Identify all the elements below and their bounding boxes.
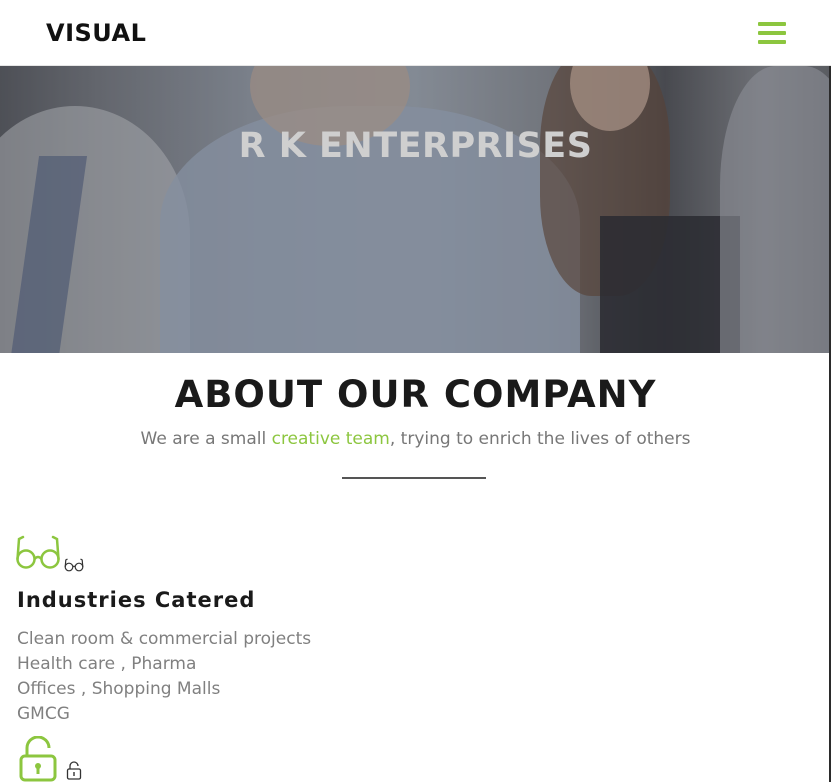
unlock-icon-small [66, 761, 82, 780]
hero-title: R K ENTERPRISES [238, 126, 593, 166]
hero-banner: R K ENTERPRISES [0, 66, 831, 353]
about-subtitle-start: We are a small [140, 429, 272, 449]
about-subtitle-highlight: creative team [271, 429, 390, 449]
hero-overlay [0, 66, 831, 353]
hamburger-menu-icon[interactable] [758, 21, 786, 45]
unlock-icon [19, 736, 57, 782]
list-item: GMCG [17, 704, 70, 724]
section-divider [342, 477, 486, 479]
glasses-icon-small [64, 558, 84, 572]
list-item: Clean room & commercial projects [17, 629, 312, 649]
about-title: ABOUT OUR COMPANY [174, 373, 657, 416]
industries-title: Industries Catered [17, 588, 256, 612]
site-logo[interactable]: VISUAL [46, 19, 146, 47]
about-subtitle: We are a small creative team, trying to … [0, 429, 831, 449]
menu-bar [758, 22, 786, 26]
menu-bar [758, 40, 786, 44]
list-item: Health care , Pharma [17, 654, 197, 674]
site-header: VISUAL [0, 0, 831, 66]
industries-list: Clean room & commercial projects Health … [17, 627, 311, 727]
glasses-icon [16, 535, 60, 569]
list-item: Offices , Shopping Malls [17, 679, 221, 699]
about-subtitle-end: , trying to enrich the lives of others [389, 429, 691, 449]
menu-bar [758, 31, 786, 35]
